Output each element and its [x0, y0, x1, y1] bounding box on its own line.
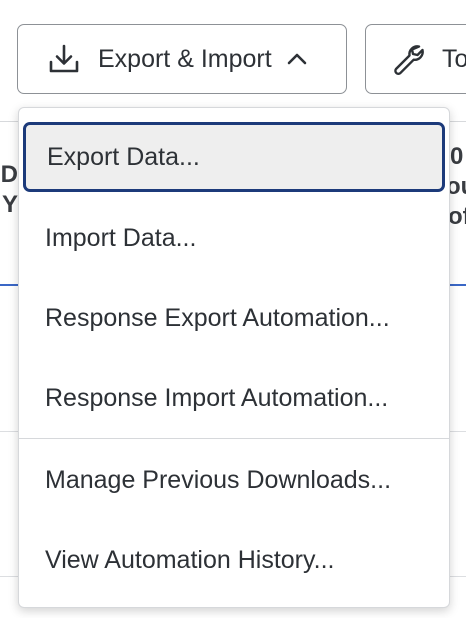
menu-divider: [19, 438, 449, 439]
menu-item-export-data[interactable]: Export Data...: [23, 122, 445, 192]
export-import-label: Export & Import: [98, 44, 272, 73]
menu-item-manage-previous-downloads[interactable]: Manage Previous Downloads...: [19, 440, 449, 520]
download-tray-icon: [46, 41, 82, 77]
tools-label: To: [442, 44, 466, 73]
wrench-icon: [390, 41, 426, 77]
column-header-fragment-right: 0: [450, 143, 464, 170]
chevron-up-icon: [286, 48, 308, 70]
menu-item-response-import-automation[interactable]: Response Import Automation...: [19, 358, 449, 438]
page: ID Y 0 ou of Export & Import To: [0, 0, 466, 618]
menu-item-import-data[interactable]: Import Data...: [19, 198, 449, 278]
menu-item-view-automation-history[interactable]: View Automation History...: [19, 520, 449, 600]
column-header-fragment-left: ID: [0, 161, 18, 188]
column-header-fragment-left-2: Y: [2, 191, 19, 218]
tools-button[interactable]: To: [365, 24, 466, 94]
export-import-button[interactable]: Export & Import: [17, 24, 347, 94]
menu-item-response-export-automation[interactable]: Response Export Automation...: [19, 278, 449, 358]
export-import-dropdown: Export Data... Import Data... Response E…: [18, 107, 450, 608]
column-header-fragment-right-3: of: [448, 203, 466, 230]
